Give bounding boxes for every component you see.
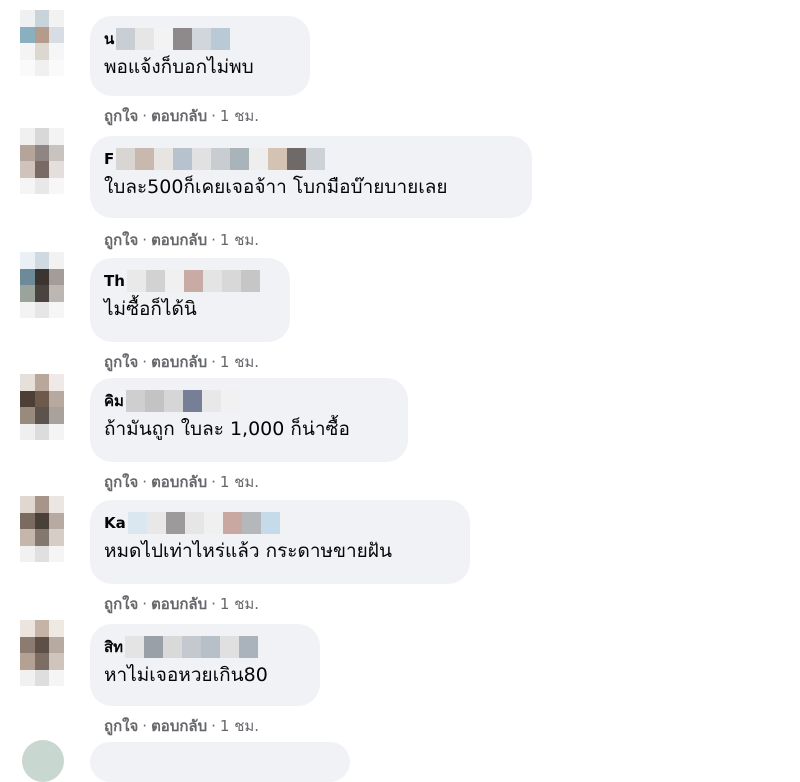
reply-button[interactable]: ตอบกลับ: [151, 107, 207, 125]
author-name-blurred: [126, 270, 260, 292]
comment-author[interactable]: F: [104, 146, 516, 172]
comment-bubble: น พอแจ้งก็บอกไม่พบ: [90, 16, 310, 96]
separator: ·: [142, 473, 148, 491]
avatar[interactable]: [22, 740, 64, 782]
comment-author[interactable]: Ka: [104, 510, 454, 536]
separator: ·: [211, 353, 216, 371]
avatar[interactable]: [20, 128, 64, 194]
comment-bubble: คิม ถ้ามันถูก ใบละ 1,000 ก็น่าซื้อ: [90, 378, 408, 462]
like-button[interactable]: ถูกใจ: [104, 595, 138, 613]
comment-text: พอแจ้งก็บอกไม่พบ: [104, 56, 254, 78]
avatar[interactable]: [20, 374, 64, 440]
separator: ·: [211, 107, 216, 125]
comment-text: หาไม่เจอหวยเกิน80: [104, 664, 268, 686]
author-initial: Th: [104, 272, 125, 290]
author-initial: Ka: [104, 514, 126, 532]
comment-actions: ถูกใจ · ตอบกลับ · 1 ชม.: [104, 228, 259, 252]
comment-author[interactable]: สิท: [104, 634, 304, 660]
comment-text: หมดไปเท่าไหร่แล้ว กระดาษขายฝัน: [104, 540, 392, 562]
timestamp[interactable]: 1 ชม.: [220, 107, 259, 125]
comment-text: ใบละ500ก็เคยเจอจ้าา โบกมือบ๊ายบายเลย: [104, 176, 448, 198]
separator: ·: [142, 107, 148, 125]
comment-actions: ถูกใจ · ตอบกลับ · 1 ชม.: [104, 714, 259, 738]
separator: ·: [211, 595, 216, 613]
timestamp[interactable]: 1 ชม.: [220, 717, 259, 735]
author-initial: F: [104, 150, 115, 168]
timestamp[interactable]: 1 ชม.: [220, 473, 259, 491]
avatar[interactable]: [20, 496, 64, 562]
comment-bubble: Th ไม่ซื้อก็ได้นิ: [90, 258, 290, 342]
reply-button[interactable]: ตอบกลับ: [151, 353, 207, 371]
reply-button[interactable]: ตอบกลับ: [151, 717, 207, 735]
comment-bubble: Ka หมดไปเท่าไหร่แล้ว กระดาษขายฝัน: [90, 500, 470, 584]
like-button[interactable]: ถูกใจ: [104, 473, 138, 491]
like-button[interactable]: ถูกใจ: [104, 231, 138, 249]
separator: ·: [211, 473, 216, 491]
separator: ·: [142, 231, 148, 249]
comment-actions: ถูกใจ · ตอบกลับ · 1 ชม.: [104, 592, 259, 616]
separator: ·: [142, 717, 148, 735]
author-name-blurred: [127, 512, 280, 534]
comment-actions: ถูกใจ · ตอบกลับ · 1 ชม.: [104, 470, 259, 494]
comment-actions: ถูกใจ · ตอบกลับ · 1 ชม.: [104, 350, 259, 374]
like-button[interactable]: ถูกใจ: [104, 353, 138, 371]
reply-button[interactable]: ตอบกลับ: [151, 473, 207, 491]
reply-button[interactable]: ตอบกลับ: [151, 595, 207, 613]
separator: ·: [142, 353, 148, 371]
timestamp[interactable]: 1 ชม.: [220, 231, 259, 249]
comment-author[interactable]: Th: [104, 268, 274, 294]
comment-actions: ถูกใจ · ตอบกลับ · 1 ชม.: [104, 104, 259, 128]
avatar[interactable]: [20, 252, 64, 318]
separator: ·: [211, 231, 216, 249]
comment-bubble: สิท หาไม่เจอหวยเกิน80: [90, 624, 320, 706]
separator: ·: [211, 717, 216, 735]
avatar[interactable]: [20, 10, 64, 76]
comment-text: ถ้ามันถูก ใบละ 1,000 ก็น่าซื้อ: [104, 418, 350, 440]
reply-button[interactable]: ตอบกลับ: [151, 231, 207, 249]
comment-author[interactable]: คิม: [104, 388, 392, 414]
like-button[interactable]: ถูกใจ: [104, 717, 138, 735]
author-name-blurred: [125, 636, 259, 658]
author-name-blurred: [116, 148, 326, 170]
comment-author[interactable]: น: [104, 26, 294, 52]
avatar[interactable]: [20, 620, 64, 686]
author-initial: สิท: [104, 638, 124, 656]
author-name-blurred: [116, 28, 231, 50]
comment-bubble: [90, 742, 350, 782]
author-initial: น: [104, 30, 115, 48]
like-button[interactable]: ถูกใจ: [104, 107, 138, 125]
separator: ·: [142, 595, 148, 613]
comment-bubble: F ใบละ500ก็เคยเจอจ้าา โบกมือบ๊ายบายเลย: [90, 136, 532, 218]
comment-text: ไม่ซื้อก็ได้นิ: [104, 298, 197, 320]
timestamp[interactable]: 1 ชม.: [220, 595, 259, 613]
author-initial: คิม: [104, 392, 124, 410]
author-name-blurred: [125, 390, 240, 412]
timestamp[interactable]: 1 ชม.: [220, 353, 259, 371]
